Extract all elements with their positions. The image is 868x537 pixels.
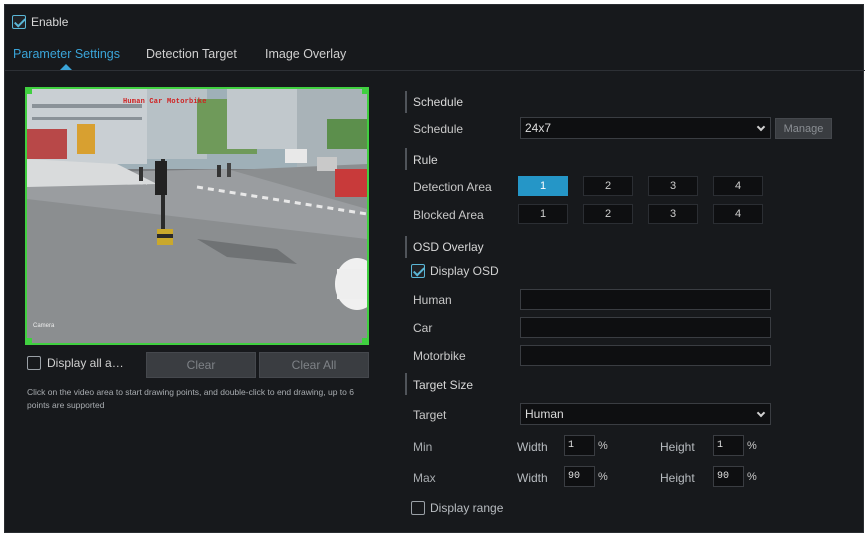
blocked-area-3-button[interactable]: 3 <box>648 204 698 224</box>
target-size-section-title: Target Size <box>413 378 474 392</box>
region-corner-handle[interactable] <box>27 89 32 94</box>
section-bar <box>405 236 407 258</box>
display-range-label: Display range <box>430 501 504 515</box>
display-osd-row[interactable]: Display OSD <box>411 264 499 278</box>
enable-label: Enable <box>31 15 69 29</box>
human-label: Human <box>413 293 452 307</box>
tab-bar: Parameter Settings Detection Target Imag… <box>5 43 865 71</box>
human-osd-input[interactable] <box>520 289 771 310</box>
car-osd-input[interactable] <box>520 317 771 338</box>
region-corner-handle[interactable] <box>362 338 367 343</box>
blocked-area-label: Blocked Area <box>413 208 484 222</box>
max-height-label: Height <box>660 471 695 485</box>
min-height-input[interactable]: 1 <box>713 435 744 456</box>
osd-section-title: OSD Overlay <box>413 240 484 254</box>
display-range-row[interactable]: Display range <box>411 501 503 515</box>
rule-section-title: Rule <box>413 153 438 167</box>
drawing-hint: Click on the video area to start drawing… <box>27 387 354 410</box>
display-range-checkbox[interactable] <box>411 501 425 515</box>
section-bar <box>405 91 407 113</box>
min-label: Min <box>413 440 433 454</box>
target-value: Human <box>525 407 564 421</box>
tab-image-overlay[interactable]: Image Overlay <box>265 47 346 61</box>
enable-row[interactable]: Enable <box>12 15 68 29</box>
schedule-section-title: Schedule <box>413 95 464 109</box>
camera-name: Camera <box>33 323 55 329</box>
section-bar <box>405 148 407 170</box>
tab-parameter-settings[interactable]: Parameter Settings <box>13 47 120 61</box>
display-all-row[interactable]: Display all a… <box>27 356 124 370</box>
max-width-input[interactable]: 90 <box>564 466 595 487</box>
blocked-area-4-button[interactable]: 4 <box>713 204 763 224</box>
max-width-unit: % <box>598 471 608 483</box>
clear-all-button[interactable]: Clear All <box>259 352 369 378</box>
region-corner-handle[interactable] <box>362 89 367 94</box>
schedule-label: Schedule <box>413 122 464 136</box>
osd-alarm-text: Human Car Motorbike <box>123 98 207 106</box>
target-select[interactable]: Human <box>520 403 771 425</box>
min-height-unit: % <box>747 440 757 452</box>
display-all-label: Display all a… <box>47 356 124 370</box>
min-height-label: Height <box>660 440 695 454</box>
max-height-unit: % <box>747 471 757 483</box>
display-osd-checkbox[interactable] <box>411 264 425 278</box>
region-corner-handle[interactable] <box>27 338 32 343</box>
schedule-value: 24x7 <box>525 121 552 135</box>
max-width-label: Width <box>517 471 548 485</box>
chevron-down-icon <box>756 408 766 418</box>
chevron-down-icon <box>756 122 766 132</box>
tab-detection-target[interactable]: Detection Target <box>146 47 237 61</box>
min-width-label: Width <box>517 440 548 454</box>
detection-area-4-button[interactable]: 4 <box>713 176 763 196</box>
min-width-unit: % <box>598 440 608 452</box>
detection-area-3-button[interactable]: 3 <box>648 176 698 196</box>
blocked-area-1-button[interactable]: 1 <box>518 204 568 224</box>
min-width-input[interactable]: 1 <box>564 435 595 456</box>
video-preview[interactable]: Human Car Motorbike Camera <box>25 87 369 345</box>
section-bar <box>405 373 407 395</box>
display-osd-label: Display OSD <box>430 264 499 278</box>
display-all-checkbox[interactable] <box>27 356 41 370</box>
settings-panel: Enable Parameter Settings Detection Targ… <box>4 4 865 533</box>
manage-button[interactable]: Manage <box>775 118 832 139</box>
active-tab-indicator <box>60 64 72 70</box>
detection-area-2-button[interactable]: 2 <box>583 176 633 196</box>
car-label: Car <box>413 321 433 335</box>
enable-checkbox[interactable] <box>12 15 26 29</box>
blocked-area-2-button[interactable]: 2 <box>583 204 633 224</box>
clear-button[interactable]: Clear <box>146 352 256 378</box>
max-label: Max <box>413 471 436 485</box>
motorbike-osd-input[interactable] <box>520 345 771 366</box>
camera-scene <box>27 89 367 343</box>
schedule-select[interactable]: 24x7 <box>520 117 771 139</box>
detection-area-label: Detection Area <box>413 180 492 194</box>
max-height-input[interactable]: 90 <box>713 466 744 487</box>
motorbike-label: Motorbike <box>413 349 466 363</box>
target-label: Target <box>413 408 447 422</box>
detection-area-1-button[interactable]: 1 <box>518 176 568 196</box>
